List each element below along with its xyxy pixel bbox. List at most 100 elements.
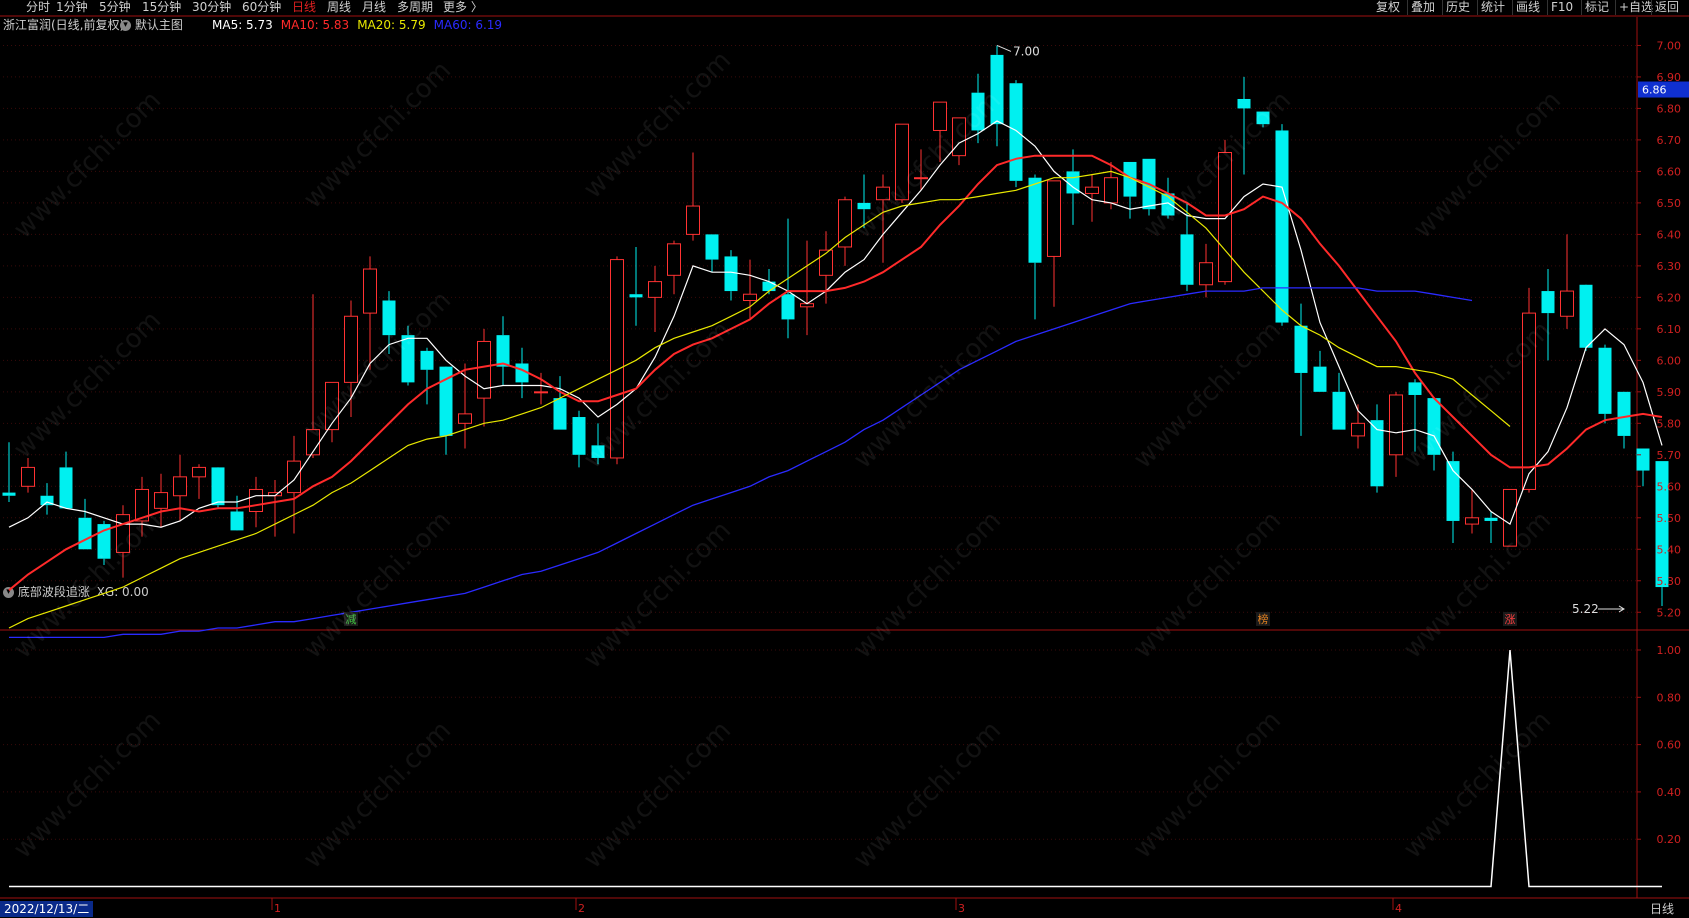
candle-body — [1560, 290, 1574, 317]
candle-body — [933, 101, 947, 131]
candle-36 — [686, 152, 700, 241]
candle-74 — [1408, 379, 1422, 452]
candle-body — [610, 259, 624, 459]
price-chart[interactable]: 7.006.906.806.706.606.506.406.306.206.10… — [0, 0, 1689, 918]
candle-body — [1104, 177, 1118, 204]
candle-15 — [287, 435, 301, 534]
candle-44 — [838, 196, 852, 266]
y-tick-label-9: 6.10 — [1657, 323, 1682, 336]
candle-body — [648, 281, 662, 298]
candle-14 — [268, 480, 282, 537]
candle-85 — [1617, 391, 1631, 449]
candle-2 — [40, 483, 54, 515]
candle-body — [553, 398, 567, 430]
current-price-label: 6.86 — [1642, 84, 1667, 97]
candle-body — [211, 467, 225, 506]
candle-body — [1237, 98, 1251, 109]
candle-body — [1389, 394, 1403, 456]
ind-y-tick-label-2: 0.60 — [1657, 739, 1682, 752]
candle-body — [591, 445, 605, 458]
candle-body — [249, 488, 263, 512]
candle-33 — [629, 246, 643, 326]
candle-body — [1636, 448, 1650, 471]
candle-9 — [173, 454, 187, 521]
month-label-0: 1 — [274, 902, 281, 915]
low-label: 5.22 — [1572, 602, 1599, 616]
candle-22 — [420, 347, 434, 405]
candle-body — [1332, 391, 1346, 430]
candle-body — [1218, 152, 1232, 283]
candle-body — [1180, 234, 1194, 285]
candle-body — [382, 300, 396, 336]
candle-body — [1351, 422, 1365, 437]
candle-30 — [572, 410, 586, 468]
candle-body — [192, 466, 206, 478]
candle-42 — [800, 240, 814, 336]
candle-21 — [401, 325, 415, 386]
candle-body — [1028, 177, 1042, 263]
marker-0: 减 — [346, 613, 357, 626]
candle-32 — [610, 256, 624, 465]
candle-body — [971, 92, 985, 131]
candle-body — [667, 243, 681, 276]
candle-7 — [135, 476, 149, 537]
candle-body — [990, 54, 1004, 125]
candle-86 — [1636, 448, 1650, 487]
y-tick-label-7: 6.30 — [1657, 260, 1682, 273]
candle-84 — [1598, 344, 1612, 424]
candle-body — [876, 186, 890, 201]
candle-body — [1427, 398, 1441, 455]
y-tick-label-6: 6.40 — [1657, 228, 1682, 241]
candle-1 — [21, 457, 35, 493]
period-label: 日线 — [1650, 902, 1675, 916]
candle-body — [21, 466, 35, 487]
candle-body — [572, 417, 586, 455]
candle-83 — [1579, 284, 1593, 351]
candle-body — [1579, 284, 1593, 348]
candle-body — [401, 335, 415, 383]
candle-19 — [363, 256, 377, 370]
candle-8 — [154, 473, 168, 528]
month-label-1: 2 — [578, 902, 585, 915]
candle-body — [781, 294, 795, 320]
candle-body — [724, 256, 738, 292]
candle-body — [686, 205, 700, 235]
y-tick-label-0: 7.00 — [1657, 39, 1682, 52]
candle-6 — [116, 505, 130, 578]
candle-29 — [553, 376, 567, 430]
candle-body — [762, 281, 776, 292]
candle-59 — [1123, 161, 1137, 219]
candle-body — [230, 511, 244, 531]
candle-45 — [857, 174, 871, 229]
y-tick-label-4: 6.60 — [1657, 165, 1682, 178]
month-label-2: 3 — [958, 902, 965, 915]
candle-79 — [1503, 488, 1517, 547]
candle-61 — [1161, 177, 1175, 219]
candle-body — [1465, 517, 1479, 525]
ind-y-tick-label-0: 1.00 — [1657, 644, 1682, 657]
candle-39 — [743, 259, 757, 320]
candle-body — [154, 492, 168, 509]
candle-body — [363, 268, 377, 314]
candle-body — [705, 234, 719, 260]
candle-10 — [192, 464, 206, 499]
candle-body — [838, 199, 852, 248]
y-tick-label-18: 5.20 — [1657, 606, 1682, 619]
candle-body — [895, 123, 909, 201]
y-tick-label-3: 6.70 — [1657, 134, 1682, 147]
candle-77 — [1465, 489, 1479, 534]
candle-body — [477, 340, 491, 399]
candle-body — [2, 492, 16, 496]
y-tick-label-10: 6.00 — [1657, 354, 1682, 367]
candle-body — [952, 117, 966, 157]
candle-body — [1522, 312, 1536, 490]
y-tick-label-5: 6.50 — [1657, 197, 1682, 210]
candle-body — [1598, 347, 1612, 414]
candle-52 — [990, 45, 1004, 147]
candle-body — [1275, 130, 1289, 323]
candle-body — [1617, 391, 1631, 436]
candle-body — [1047, 180, 1061, 257]
marker-1: 榜 — [1258, 612, 1269, 626]
candle-26 — [496, 316, 510, 386]
candle-body — [1408, 382, 1422, 395]
